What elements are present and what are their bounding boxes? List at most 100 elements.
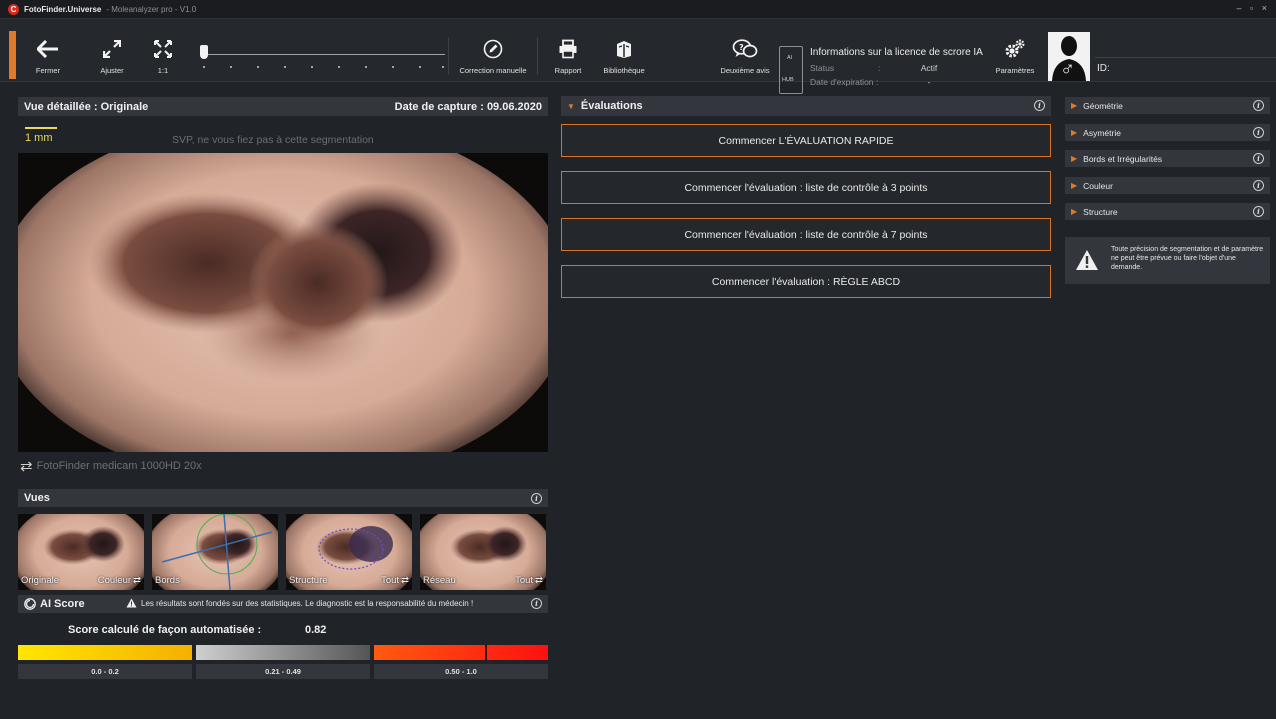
collapsed-triangle-icon: ▶ — [1071, 181, 1078, 190]
zoom-tick — [284, 66, 286, 68]
info-icon[interactable]: i — [1253, 206, 1264, 217]
expand-triangle-icon: ▼ — [567, 101, 575, 111]
info-icon[interactable]: i — [1253, 180, 1264, 191]
param-structure[interactable]: ▶ Structure i — [1065, 203, 1270, 220]
info-icon[interactable]: i — [531, 598, 542, 609]
refresh-arrows-icon[interactable]: ⇄ — [20, 457, 33, 475]
score-bar-low — [18, 645, 192, 660]
thumb-toggle[interactable]: Tout ⇄ — [381, 575, 409, 586]
gender-icon: ♂ — [1060, 58, 1075, 80]
zoom-tick — [338, 66, 340, 68]
info-icon[interactable]: i — [531, 492, 542, 504]
report-button[interactable]: Rapport — [552, 31, 584, 79]
settings-label: Paramètres — [995, 66, 1035, 75]
zoom-tick — [365, 66, 367, 68]
zoom-tick — [203, 66, 205, 68]
collapsed-triangle-icon: ▶ — [1071, 128, 1078, 137]
app-subtitle: - Moleanalyzer pro - V1.0 — [106, 4, 197, 14]
manual-correction-button[interactable]: Correction manuelle — [455, 31, 531, 79]
range-mid: 0.21 - 0.49 — [196, 664, 370, 679]
second-opinion-label: Deuxième avis — [720, 66, 770, 75]
score-bar-mid — [196, 645, 370, 660]
param-color[interactable]: ▶ Couleur i — [1065, 177, 1270, 194]
fit-button[interactable]: Ajuster — [92, 31, 132, 79]
patient-id-label: ID: — [1097, 63, 1110, 74]
thumb-original[interactable]: Originale Couleur ⇄ — [18, 514, 144, 590]
window-controls[interactable]: – ▫ × — [1237, 3, 1270, 13]
three-point-checklist-button[interactable]: Commencer l'évaluation : liste de contrô… — [561, 171, 1051, 204]
app-name: FotoFinder.Universe — [24, 4, 102, 14]
thumb-label: Originale — [21, 575, 60, 586]
param-borders[interactable]: ▶ Bords et Irrégularités i — [1065, 150, 1270, 167]
seven-point-checklist-button[interactable]: Commencer l'évaluation : liste de contrô… — [561, 218, 1051, 251]
refresh-arrows-icon: ⇄ — [535, 575, 543, 586]
status-value: Actif — [920, 63, 938, 73]
collapsed-triangle-icon: ▶ — [1071, 207, 1078, 216]
thumb-toggle[interactable]: Tout ⇄ — [515, 575, 543, 586]
one-to-one-button[interactable]: 1:1 — [148, 31, 178, 79]
ai-score-title: AI Score — [24, 598, 85, 610]
zoom-tick — [419, 66, 421, 68]
zoom-tick — [257, 66, 259, 68]
thumb-mode-label: Tout — [381, 575, 400, 586]
detail-view-title: Vue détaillée : Originale — [24, 100, 149, 113]
toolbar-divider — [448, 37, 449, 75]
close-button[interactable]: Fermer — [30, 31, 66, 79]
camera-name: FotoFinder medicam 1000HD 20x — [36, 460, 202, 472]
info-icon[interactable]: i — [1253, 127, 1264, 138]
thumb-structure[interactable]: Structure Tout ⇄ — [286, 514, 412, 590]
expiry-value: - — [927, 77, 931, 87]
quick-evaluation-button[interactable]: Commencer L'ÉVALUATION RAPIDE — [561, 124, 1051, 157]
collapsed-triangle-icon: ▶ — [1071, 101, 1078, 110]
thumb-borders[interactable]: Bords — [152, 514, 278, 590]
score-bar-high — [374, 645, 548, 660]
score-label: Score calculé de façon automatisée : — [68, 624, 262, 636]
ai-brain-icon — [24, 598, 36, 610]
dermoscopy-image[interactable] — [18, 153, 548, 452]
param-label: Couleur — [1083, 180, 1113, 191]
second-opinion-button[interactable]: ? Deuxième avis — [717, 31, 773, 79]
info-icon[interactable]: i — [1253, 153, 1264, 164]
thumb-label: Structure — [289, 575, 328, 586]
report-label: Rapport — [554, 66, 582, 75]
accent-strip — [9, 31, 16, 79]
range-high: 0.50 - 1.0 — [374, 664, 548, 679]
license-status-row: Status : Actif — [810, 63, 954, 73]
books-icon — [615, 31, 633, 66]
thumb-mode-label: Tout — [515, 575, 534, 586]
param-geometry[interactable]: ▶ Géométrie i — [1065, 97, 1270, 114]
refresh-arrows-icon: ⇄ — [401, 575, 409, 586]
thumb-toggle[interactable]: Couleur ⇄ — [98, 575, 141, 586]
ai-score-header: AI Score Les résultats sont fondés sur d… — [18, 595, 548, 613]
views-header: Vues i — [18, 489, 548, 507]
settings-button[interactable]: Paramètres — [992, 31, 1038, 79]
evaluations-header[interactable]: ▼ Évaluations i — [561, 96, 1051, 116]
info-icon[interactable]: i — [1253, 100, 1264, 111]
precision-note: Toute précision de segmentation et de pa… — [1065, 237, 1270, 284]
ai-score-title-text: AI Score — [40, 598, 85, 610]
zoom-tick — [230, 66, 232, 68]
zoom-slider[interactable] — [200, 42, 445, 72]
info-icon[interactable]: i — [1034, 100, 1045, 111]
fit-label: Ajuster — [100, 66, 124, 75]
library-button[interactable]: Bibliothèque — [594, 31, 654, 79]
thumb-network[interactable]: Réseau Tout ⇄ — [420, 514, 546, 590]
param-label: Asymétrie — [1083, 127, 1121, 138]
title-bar: C FotoFinder.Universe - Moleanalyzer pro… — [0, 0, 1276, 19]
zoom-tick — [311, 66, 313, 68]
close-label: Fermer — [35, 66, 61, 75]
zoom-slider-thumb[interactable] — [200, 45, 208, 59]
range-low: 0.0 - 0.2 — [18, 664, 192, 679]
id-divider — [1095, 57, 1276, 58]
zoom-slider-track — [202, 54, 445, 55]
status-separator: : — [878, 63, 881, 73]
abcd-rule-button[interactable]: Commencer l'évaluation : RÈGLE ABCD — [561, 265, 1051, 298]
segmentation-warning: SVP, ne vous fiez pas à cette segmentati… — [172, 134, 374, 146]
license-expiry-row: Date d'expiration : - — [810, 77, 954, 87]
svg-text:?: ? — [739, 43, 744, 52]
param-asymmetry[interactable]: ▶ Asymétrie i — [1065, 124, 1270, 141]
detail-view-header: Vue détaillée : Originale Date de captur… — [18, 97, 548, 116]
avatar[interactable]: ♂ — [1048, 32, 1090, 81]
warning-icon — [126, 598, 137, 608]
license-title: Informations sur la licence de scrore IA — [810, 47, 983, 58]
